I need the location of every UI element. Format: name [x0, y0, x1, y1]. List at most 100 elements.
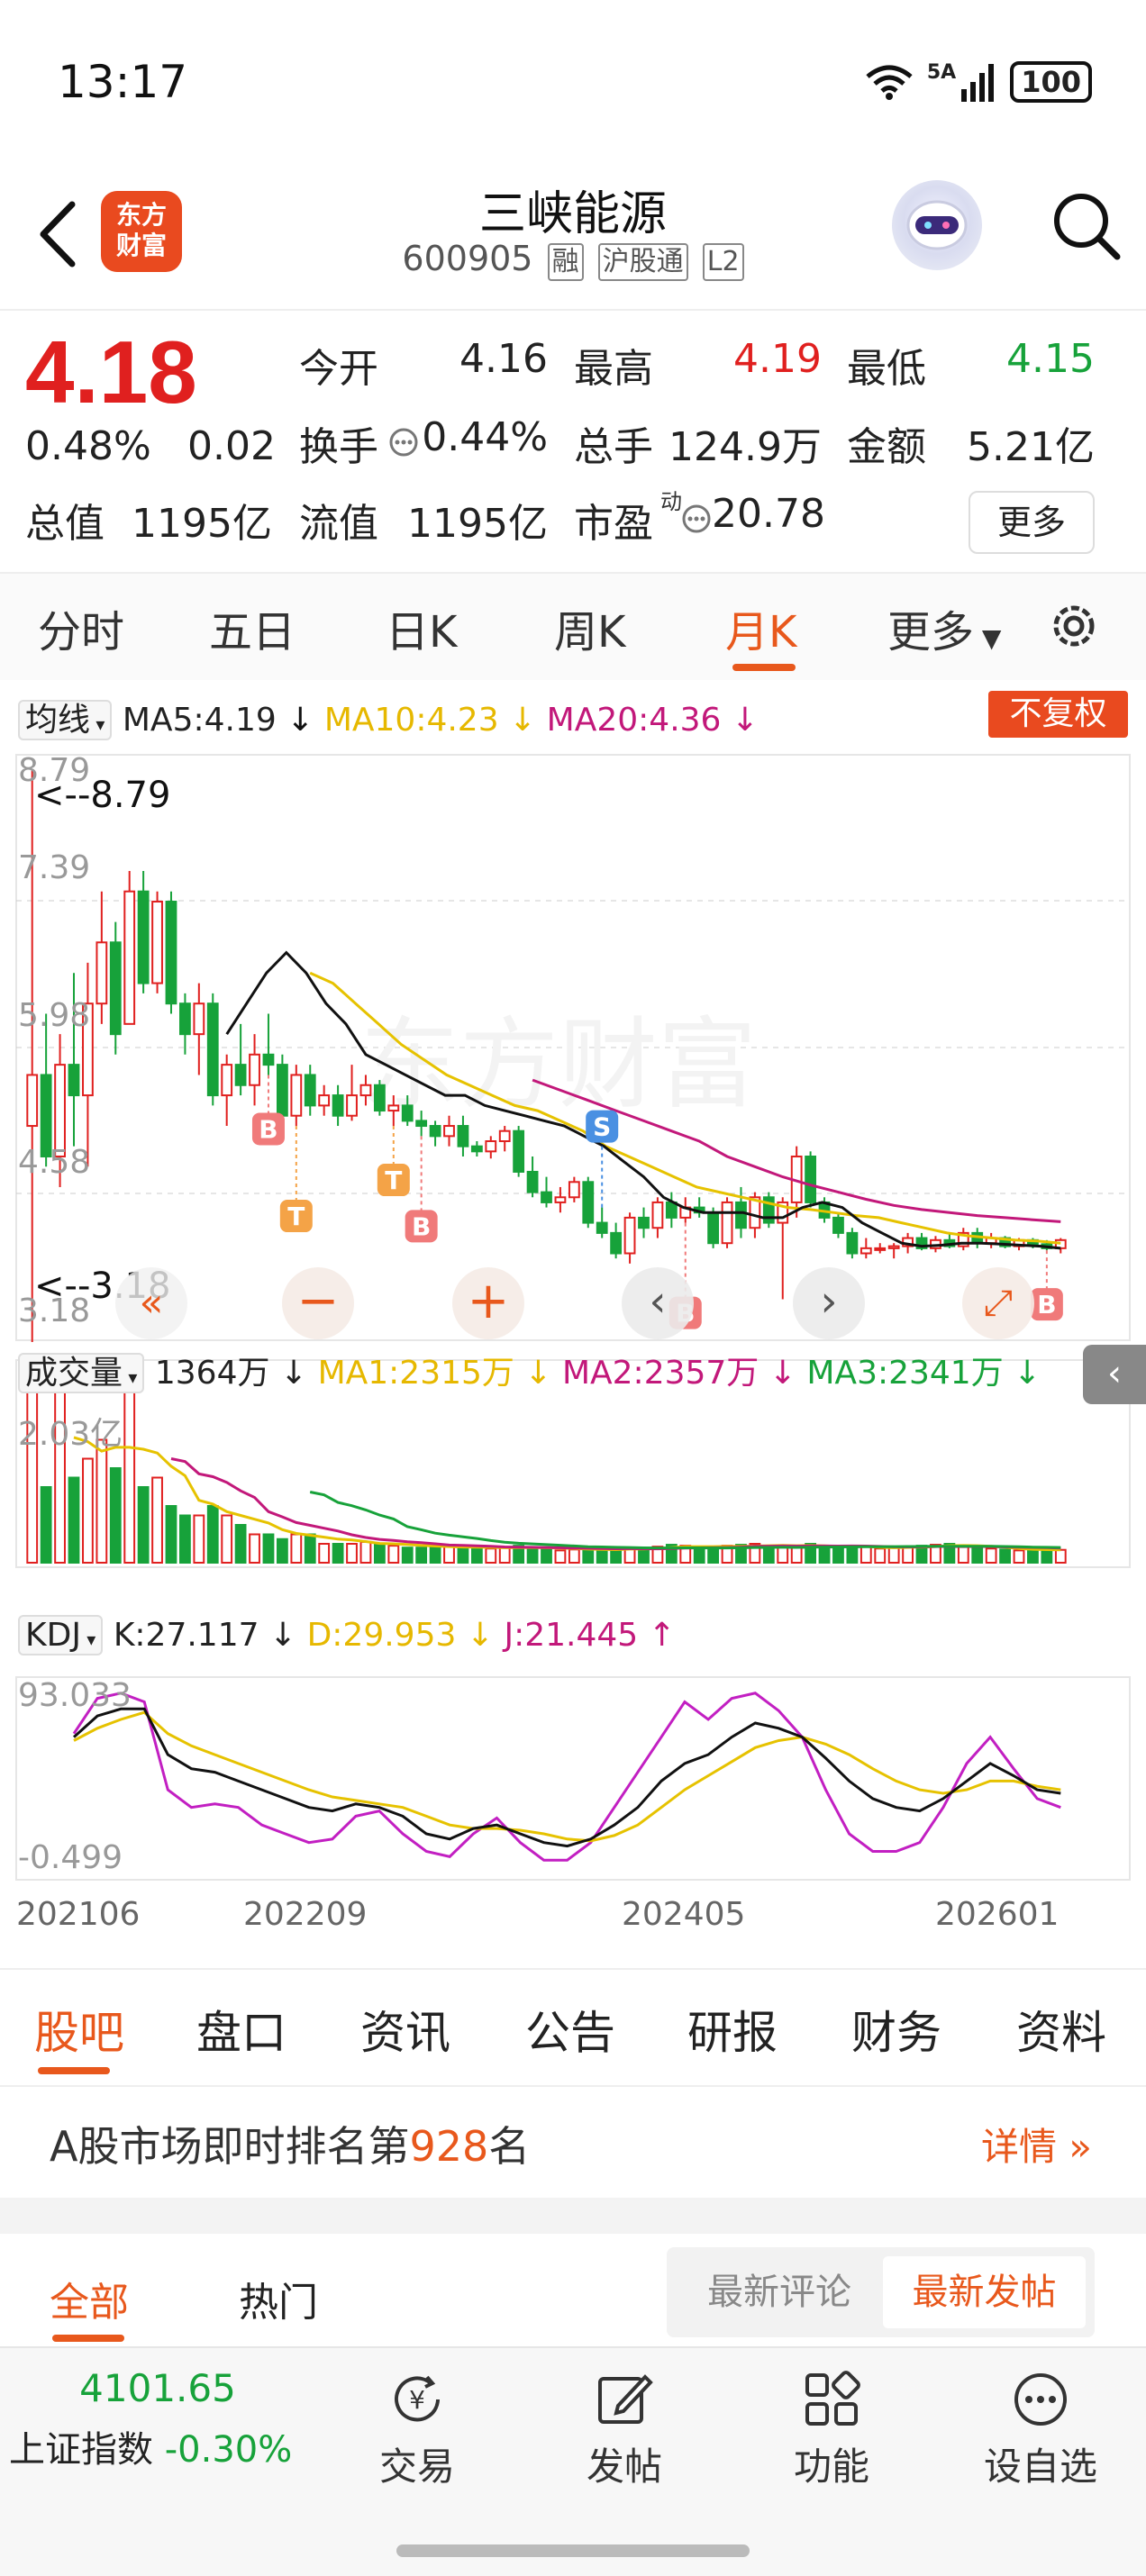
volume-bar — [359, 1540, 372, 1565]
tab-intraday[interactable]: 分时 — [38, 596, 124, 659]
volume-bar — [902, 1546, 914, 1565]
info-icon[interactable] — [387, 426, 420, 462]
nav-post-label: 发帖 — [586, 2444, 662, 2489]
volume-bar — [860, 1546, 872, 1565]
volume-bar — [457, 1547, 469, 1565]
scroll-start-button[interactable]: « — [115, 1267, 187, 1339]
tab-research[interactable]: 研报 — [687, 1997, 778, 2062]
candle — [193, 1002, 205, 1036]
candle — [846, 1231, 859, 1255]
candle — [721, 1201, 733, 1245]
volume-bar — [249, 1533, 260, 1564]
tab-all-posts[interactable]: 全部 — [50, 2270, 129, 2327]
volume-bar — [1041, 1548, 1053, 1564]
volume-bar — [554, 1549, 567, 1564]
volume-bar — [40, 1486, 52, 1564]
volume-bar — [318, 1543, 331, 1564]
minus-icon: − — [296, 1272, 340, 1330]
tab-pankou[interactable]: 盘口 — [196, 1997, 286, 2062]
candle — [109, 941, 122, 1036]
sort-latest-comment[interactable]: 最新评论 — [676, 2256, 883, 2328]
market-rank-bar[interactable]: A股市场即时排名第928名 详情 » — [0, 2085, 1146, 2198]
tab-weekly-k[interactable]: 周K — [554, 596, 625, 659]
clock: 13:17 — [58, 56, 188, 108]
index-line[interactable]: 上证指数 -0.30% — [9, 2420, 292, 2472]
pe-value: 20.78 — [712, 491, 825, 537]
more-quote-button[interactable]: 更多 — [969, 491, 1095, 554]
nav-functions[interactable]: 功能 — [759, 2368, 904, 2491]
candle — [498, 1129, 511, 1143]
volume-axis-top: 2.03亿 — [18, 1416, 123, 1453]
feed-tabs: 全部 热门 最新评论 最新发帖 — [0, 2234, 1146, 2346]
caret-down-icon: ▾ — [123, 1366, 138, 1388]
candle — [485, 1140, 497, 1153]
indicator-select-ma[interactable]: 均线 ▾ — [18, 700, 113, 740]
search-button[interactable] — [1045, 185, 1126, 266]
volume-bar — [68, 1476, 80, 1564]
volume-bar — [179, 1514, 191, 1564]
rank-prefix: A股市场即时排名第 — [50, 2122, 410, 2171]
candle — [887, 1245, 900, 1249]
ma-legend: 均线 ▾ MA5:4.19 ↓ MA10:4.23 ↓ MA20:4.36 ↓ — [18, 694, 759, 740]
tab-monthly-k[interactable]: 月K — [725, 596, 796, 659]
x-axis-label-1: 202106 — [16, 1896, 141, 1933]
candle — [332, 1094, 344, 1117]
nav-watchlist[interactable]: 设自选 — [969, 2368, 1113, 2491]
adjust-type-button[interactable]: 不复权 — [988, 691, 1128, 738]
candle — [221, 1064, 233, 1097]
indicator-select-kdj[interactable]: KDJ ▾ — [18, 1615, 104, 1655]
zoom-out-button[interactable]: − — [282, 1267, 354, 1339]
sort-latest-post[interactable]: 最新发帖 — [883, 2256, 1086, 2328]
tab-more[interactable]: 更多 ▼ — [887, 596, 1001, 659]
plus-icon: + — [467, 1272, 510, 1330]
nav-post[interactable]: 发帖 — [552, 2368, 696, 2491]
candle — [638, 1216, 650, 1229]
chart-settings-button[interactable] — [1045, 597, 1103, 658]
low-value: 4.15 — [1006, 336, 1095, 382]
candle — [860, 1247, 872, 1255]
candle — [373, 1084, 386, 1112]
volume-legend: 成交量 ▾ 1364万 ↓ MA1:2315万 ↓ MA2:2357万 ↓ MA… — [18, 1347, 1041, 1393]
kdj-axis-bottom: -0.499 — [18, 1839, 123, 1876]
collapse-panel-button[interactable]: ‹ — [1083, 1345, 1146, 1404]
margin-tag: 融 — [547, 243, 584, 281]
volume-bar — [234, 1524, 247, 1564]
scroll-left-button[interactable]: ‹ — [622, 1267, 694, 1339]
tab-guba[interactable]: 股吧 — [34, 1997, 124, 2062]
section-tabs: 股吧 盘口 资讯 公告 研报 财务 资料 — [0, 1968, 1146, 2085]
rank-detail-link[interactable]: 详情 » — [981, 2117, 1092, 2172]
volume-ma2: MA2:2357万 — [561, 1355, 759, 1392]
tab-profile[interactable]: 资料 — [1016, 1997, 1106, 2062]
double-chevron-right-icon: » — [1056, 2125, 1092, 2169]
tab-finance[interactable]: 财务 — [851, 1997, 941, 2062]
rank-suffix: 名 — [488, 2122, 531, 2171]
candle — [304, 1074, 316, 1107]
expand-icon: ⤢ — [984, 1283, 1013, 1324]
tab-hot-posts[interactable]: 热门 — [239, 2270, 318, 2327]
zoom-in-button[interactable]: + — [452, 1267, 524, 1339]
indicator-select-volume[interactable]: 成交量 ▾ — [18, 1353, 145, 1393]
volume-bar — [443, 1546, 455, 1565]
pe-info-icon[interactable] — [680, 503, 713, 539]
volume-bar — [790, 1547, 803, 1565]
scroll-right-button[interactable]: › — [793, 1267, 865, 1339]
volume-bar — [832, 1547, 844, 1564]
tab-five-day[interactable]: 五日 — [209, 596, 296, 659]
marker-buy-label: B — [259, 1114, 277, 1144]
turnover-value: 0.44% — [422, 414, 548, 460]
tab-news[interactable]: 资讯 — [360, 1997, 450, 2062]
volume-bar — [596, 1548, 608, 1564]
rank-detail-label: 详情 — [980, 2125, 1057, 2169]
volume-bar — [151, 1476, 163, 1564]
assistant-avatar[interactable] — [892, 180, 982, 270]
nav-trade[interactable]: ¥ 交易 — [345, 2368, 489, 2491]
fullscreen-button[interactable]: ⤢ — [962, 1267, 1034, 1339]
tab-announcements[interactable]: 公告 — [525, 1997, 615, 2062]
candle — [68, 1064, 80, 1097]
volume-bar — [387, 1545, 400, 1564]
price-axis-3: 5.98 — [18, 997, 91, 1034]
candle — [665, 1201, 678, 1219]
level2-tag: L2 — [702, 243, 744, 281]
tab-daily-k[interactable]: 日K — [386, 596, 457, 659]
index-value[interactable]: 4101.65 — [0, 2366, 315, 2410]
